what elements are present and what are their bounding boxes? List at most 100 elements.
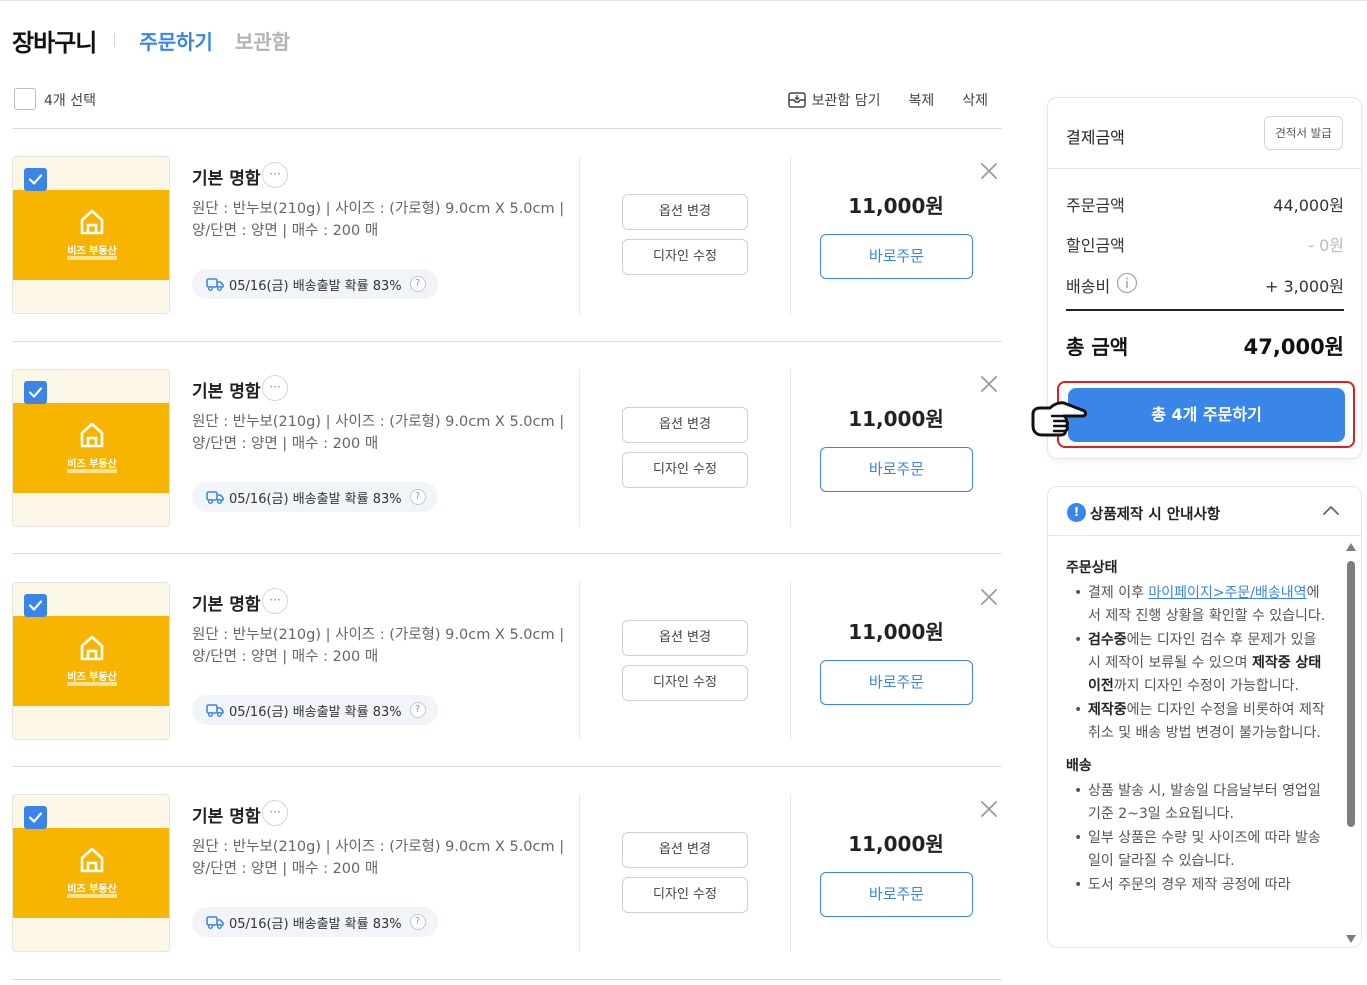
spec-line-1: 원단 : 반누보(210g) | 사이즈 : (가로형) 9.0cm X 5.0… bbox=[192, 627, 565, 643]
production-notice: ! 상품제작 시 안내사항 주문상태 결제 이후 마이페이지>주문/배송내역에서… bbox=[1047, 486, 1362, 948]
info-icon[interactable] bbox=[1116, 272, 1138, 294]
scroll-up-arrow-icon[interactable] bbox=[1346, 543, 1356, 551]
discount-value: - 0원 bbox=[1308, 236, 1344, 255]
card-brand-text: 비즈 부동산 bbox=[67, 672, 117, 683]
help-icon[interactable]: ? bbox=[409, 914, 426, 930]
spec-line-1: 원단 : 반누보(210g) | 사이즈 : (가로형) 9.0cm X 5.0… bbox=[192, 201, 565, 217]
card-tagline-bar bbox=[67, 256, 117, 260]
buy-now-button[interactable]: 바로주문 bbox=[820, 660, 973, 705]
page-header: 장바구니 주문하기 보관함 bbox=[12, 22, 290, 58]
product-thumbnail[interactable]: 비즈 부동산 bbox=[12, 582, 170, 740]
option-change-button[interactable]: 옵션 변경 bbox=[622, 407, 748, 443]
design-edit-button[interactable]: 디자인 수정 bbox=[622, 452, 748, 488]
product-spec: 원단 : 반누보(210g) | 사이즈 : (가로형) 9.0cm X 5.0… bbox=[192, 198, 572, 242]
item-divider bbox=[12, 553, 1002, 554]
notice-scrollbar[interactable] bbox=[1344, 541, 1358, 945]
close-icon bbox=[981, 801, 997, 817]
chevron-up-icon[interactable] bbox=[1323, 505, 1339, 515]
buy-now-button[interactable]: 바로주문 bbox=[820, 872, 973, 917]
design-edit-button[interactable]: 디자인 수정 bbox=[622, 665, 748, 701]
check-icon bbox=[28, 600, 43, 611]
shipping-fee-value: + 3,000원 bbox=[1264, 277, 1344, 296]
house-logo-icon bbox=[13, 846, 169, 878]
option-change-button[interactable]: 옵션 변경 bbox=[622, 832, 748, 868]
select-bar: 4개 선택 보관함 담기 복제 삭제 bbox=[12, 84, 1002, 114]
item-checkbox[interactable] bbox=[24, 381, 47, 404]
product-spec: 원단 : 반누보(210g) | 사이즈 : (가로형) 9.0cm X 5.0… bbox=[192, 411, 572, 455]
more-options-button[interactable]: ··· bbox=[262, 588, 288, 614]
spec-line-2: 양/단면 : 양면 | 매수 : 200 매 bbox=[192, 223, 379, 239]
more-options-button[interactable]: ··· bbox=[262, 800, 288, 826]
item-price: 11,000원 bbox=[848, 832, 944, 856]
mypage-order-link[interactable]: 마이페이지>주문/배송내역 bbox=[1148, 585, 1306, 601]
notice-title: 상품제작 시 안내사항 bbox=[1090, 507, 1221, 523]
truck-icon bbox=[206, 278, 224, 291]
order-all-button[interactable]: 총 4개 주문하기 bbox=[1068, 388, 1345, 442]
close-icon bbox=[981, 376, 997, 392]
item-checkbox[interactable] bbox=[24, 594, 47, 617]
section-title-shipping: 배송 bbox=[1066, 758, 1092, 774]
product-thumbnail[interactable]: 비즈 부동산 bbox=[12, 156, 170, 314]
product-spec: 원단 : 반누보(210g) | 사이즈 : (가로형) 9.0cm X 5.0… bbox=[192, 836, 572, 880]
shipping-estimate: 05/16(금) 배송출발 확률 83% ? bbox=[192, 907, 438, 937]
card-brand-text: 비즈 부동산 bbox=[67, 884, 117, 895]
total-divider bbox=[1066, 309, 1344, 311]
design-edit-button[interactable]: 디자인 수정 bbox=[622, 239, 748, 275]
shipping-text: 05/16(금) 배송출발 확률 83% bbox=[229, 278, 402, 294]
option-change-button[interactable]: 옵션 변경 bbox=[622, 620, 748, 656]
more-options-button[interactable]: ··· bbox=[262, 162, 288, 188]
archive-icon bbox=[787, 92, 806, 108]
tab-order[interactable]: 주문하기 bbox=[139, 26, 213, 55]
top-border bbox=[0, 0, 1367, 1]
cart-item: 비즈 부동산 기본 명함 ··· 원단 : 반누보(210g) | 사이즈 : … bbox=[12, 582, 1002, 742]
shipping-fee-row: 배송비 + 3,000원 bbox=[1066, 272, 1344, 297]
summary-title: 결제금액 bbox=[1066, 128, 1125, 147]
product-name: 기본 명함 bbox=[192, 595, 261, 615]
total-value: 47,000원 bbox=[1243, 335, 1344, 359]
column-divider bbox=[790, 156, 791, 314]
archive-button[interactable]: 보관함 담기 bbox=[787, 90, 880, 110]
cart-actions: 보관함 담기 복제 삭제 bbox=[760, 90, 988, 110]
help-icon[interactable]: ? bbox=[409, 702, 426, 718]
select-all-checkbox[interactable] bbox=[14, 88, 36, 110]
remove-item-button[interactable] bbox=[978, 798, 1000, 820]
truck-icon bbox=[206, 491, 224, 504]
option-change-button[interactable]: 옵션 변경 bbox=[622, 194, 748, 230]
close-icon bbox=[981, 589, 997, 605]
delete-button[interactable]: 삭제 bbox=[962, 90, 988, 110]
cart-item: 비즈 부동산 기본 명함 ··· 원단 : 반누보(210g) | 사이즈 : … bbox=[12, 156, 1002, 316]
card-brand-text: 비즈 부동산 bbox=[67, 459, 117, 470]
design-edit-button[interactable]: 디자인 수정 bbox=[622, 877, 748, 913]
more-options-button[interactable]: ··· bbox=[262, 375, 288, 401]
notice-header[interactable]: ! 상품제작 시 안내사항 bbox=[1048, 487, 1361, 536]
quote-issue-button[interactable]: 견적서 발급 bbox=[1264, 116, 1343, 150]
house-logo-icon bbox=[13, 634, 169, 666]
list-item: 제작중에는 디자인 수정을 비롯하여 제작 취소 및 배송 방법 변경이 불가능… bbox=[1074, 699, 1330, 745]
product-spec: 원단 : 반누보(210g) | 사이즈 : (가로형) 9.0cm X 5.0… bbox=[192, 624, 572, 668]
product-thumbnail[interactable]: 비즈 부동산 bbox=[12, 794, 170, 952]
scrollbar-thumb[interactable] bbox=[1347, 561, 1355, 827]
item-checkbox[interactable] bbox=[24, 806, 47, 829]
section-title-order-status: 주문상태 bbox=[1066, 560, 1118, 576]
remove-item-button[interactable] bbox=[978, 586, 1000, 608]
item-checkbox[interactable] bbox=[24, 168, 47, 191]
business-card-preview: 비즈 부동산 bbox=[13, 616, 169, 706]
help-icon[interactable]: ? bbox=[409, 276, 426, 292]
business-card-preview: 비즈 부동산 bbox=[13, 403, 169, 493]
remove-item-button[interactable] bbox=[978, 373, 1000, 395]
list-item: 도서 주문의 경우 제작 공정에 따라 bbox=[1074, 874, 1330, 897]
header-divider bbox=[114, 33, 116, 47]
business-card-preview: 비즈 부동산 bbox=[13, 190, 169, 280]
duplicate-button[interactable]: 복제 bbox=[908, 90, 934, 110]
buy-now-button[interactable]: 바로주문 bbox=[820, 234, 973, 279]
tab-archive[interactable]: 보관함 bbox=[235, 26, 290, 55]
column-divider bbox=[790, 369, 791, 527]
order-button-highlight: 총 4개 주문하기 bbox=[1057, 381, 1355, 448]
shipping-estimate: 05/16(금) 배송출발 확률 83% ? bbox=[192, 695, 438, 725]
product-thumbnail[interactable]: 비즈 부동산 bbox=[12, 369, 170, 527]
scroll-down-arrow-icon[interactable] bbox=[1346, 935, 1356, 943]
total-label: 총 금액 bbox=[1066, 335, 1129, 359]
help-icon[interactable]: ? bbox=[409, 489, 426, 505]
remove-item-button[interactable] bbox=[978, 160, 1000, 182]
buy-now-button[interactable]: 바로주문 bbox=[820, 447, 973, 492]
